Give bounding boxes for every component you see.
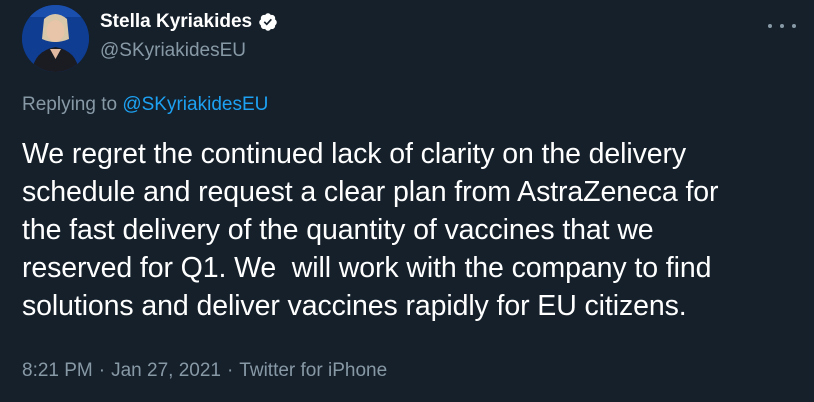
author-handle[interactable]: @SKyriakidesEU bbox=[100, 40, 246, 62]
dot bbox=[792, 24, 796, 28]
tweet-meta: 8:21 PM · Jan 27, 2021 · Twitter for iPhone bbox=[22, 360, 387, 382]
meta-separator: · bbox=[226, 360, 234, 381]
author-name-row[interactable]: Stella Kyriakides bbox=[100, 11, 278, 33]
replying-prefix: Replying to bbox=[22, 94, 123, 115]
display-name[interactable]: Stella Kyriakides bbox=[100, 11, 252, 33]
verified-badge-icon bbox=[258, 12, 278, 32]
avatar[interactable] bbox=[22, 5, 89, 72]
tweet-card: Stella Kyriakides @SKyriakidesEU Replyin… bbox=[0, 0, 814, 402]
tweet-source-link[interactable]: Twitter for iPhone bbox=[239, 360, 387, 381]
more-options-icon[interactable] bbox=[768, 16, 796, 36]
dot bbox=[768, 24, 772, 28]
replying-to: Replying to @SKyriakidesEU bbox=[22, 94, 268, 116]
reply-mention-link[interactable]: @SKyriakidesEU bbox=[122, 94, 268, 115]
tweet-date[interactable]: Jan 27, 2021 bbox=[111, 360, 221, 381]
meta-separator: · bbox=[98, 360, 106, 381]
dot bbox=[780, 24, 784, 28]
tweet-text: We regret the continued lack of clarity … bbox=[22, 138, 719, 322]
avatar-image bbox=[22, 5, 89, 72]
tweet-time[interactable]: 8:21 PM bbox=[22, 360, 93, 381]
